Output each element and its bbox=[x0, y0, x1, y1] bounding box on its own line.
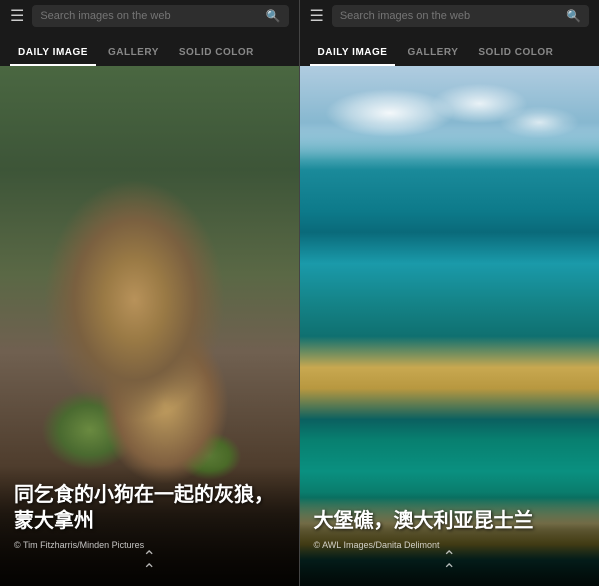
right-chevron-up[interactable]: ⌃ ⌃ bbox=[443, 552, 456, 578]
right-image-area: 大堡礁，澳大利亚昆士兰 © AWL Images/Danita Delimont… bbox=[300, 66, 599, 586]
left-chevron-up-icon2: ⌃ bbox=[143, 565, 156, 578]
left-search-bar[interactable]: 🔍 bbox=[32, 5, 288, 27]
right-header: ☰ 🔍 bbox=[300, 0, 599, 32]
right-search-bar[interactable]: 🔍 bbox=[332, 5, 589, 27]
right-search-input[interactable] bbox=[340, 10, 560, 22]
reef-clouds bbox=[300, 66, 599, 160]
right-tab-gallery[interactable]: GALLERY bbox=[399, 41, 466, 66]
left-header: ☰ 🔍 bbox=[0, 0, 299, 32]
right-tab-daily-image[interactable]: DAILY IMAGE bbox=[310, 41, 396, 66]
right-tab-solid-color[interactable]: SOLID COLOR bbox=[470, 41, 561, 66]
left-tabs: DAILY IMAGE GALLERY SOLID COLOR bbox=[0, 32, 299, 66]
left-chevron-up[interactable]: ⌃ ⌃ bbox=[143, 552, 156, 578]
right-caption-title: 大堡礁，澳大利亚昆士兰 bbox=[314, 508, 586, 534]
left-hamburger-icon[interactable]: ☰ bbox=[10, 6, 24, 26]
right-tabs: DAILY IMAGE GALLERY SOLID COLOR bbox=[300, 32, 599, 66]
left-search-icon: 🔍 bbox=[266, 9, 281, 23]
left-tab-gallery[interactable]: GALLERY bbox=[100, 41, 167, 66]
left-tab-daily-image[interactable]: DAILY IMAGE bbox=[10, 41, 96, 66]
right-hamburger-icon[interactable]: ☰ bbox=[310, 6, 324, 26]
right-search-icon: 🔍 bbox=[566, 9, 581, 23]
left-panel: ☰ 🔍 DAILY IMAGE GALLERY SOLID COLOR 同乞食的… bbox=[0, 0, 300, 586]
left-caption-title: 同乞食的小狗在一起的灰狼，蒙大拿州 bbox=[14, 482, 285, 534]
left-image-area: 同乞食的小狗在一起的灰狼，蒙大拿州 © Tim Fitzharris/Minde… bbox=[0, 66, 299, 586]
left-tab-solid-color[interactable]: SOLID COLOR bbox=[171, 41, 262, 66]
right-panel: ☰ 🔍 DAILY IMAGE GALLERY SOLID COLOR 大堡礁，… bbox=[300, 0, 599, 586]
left-search-input[interactable] bbox=[40, 10, 259, 22]
right-chevron-up-icon2: ⌃ bbox=[443, 565, 456, 578]
